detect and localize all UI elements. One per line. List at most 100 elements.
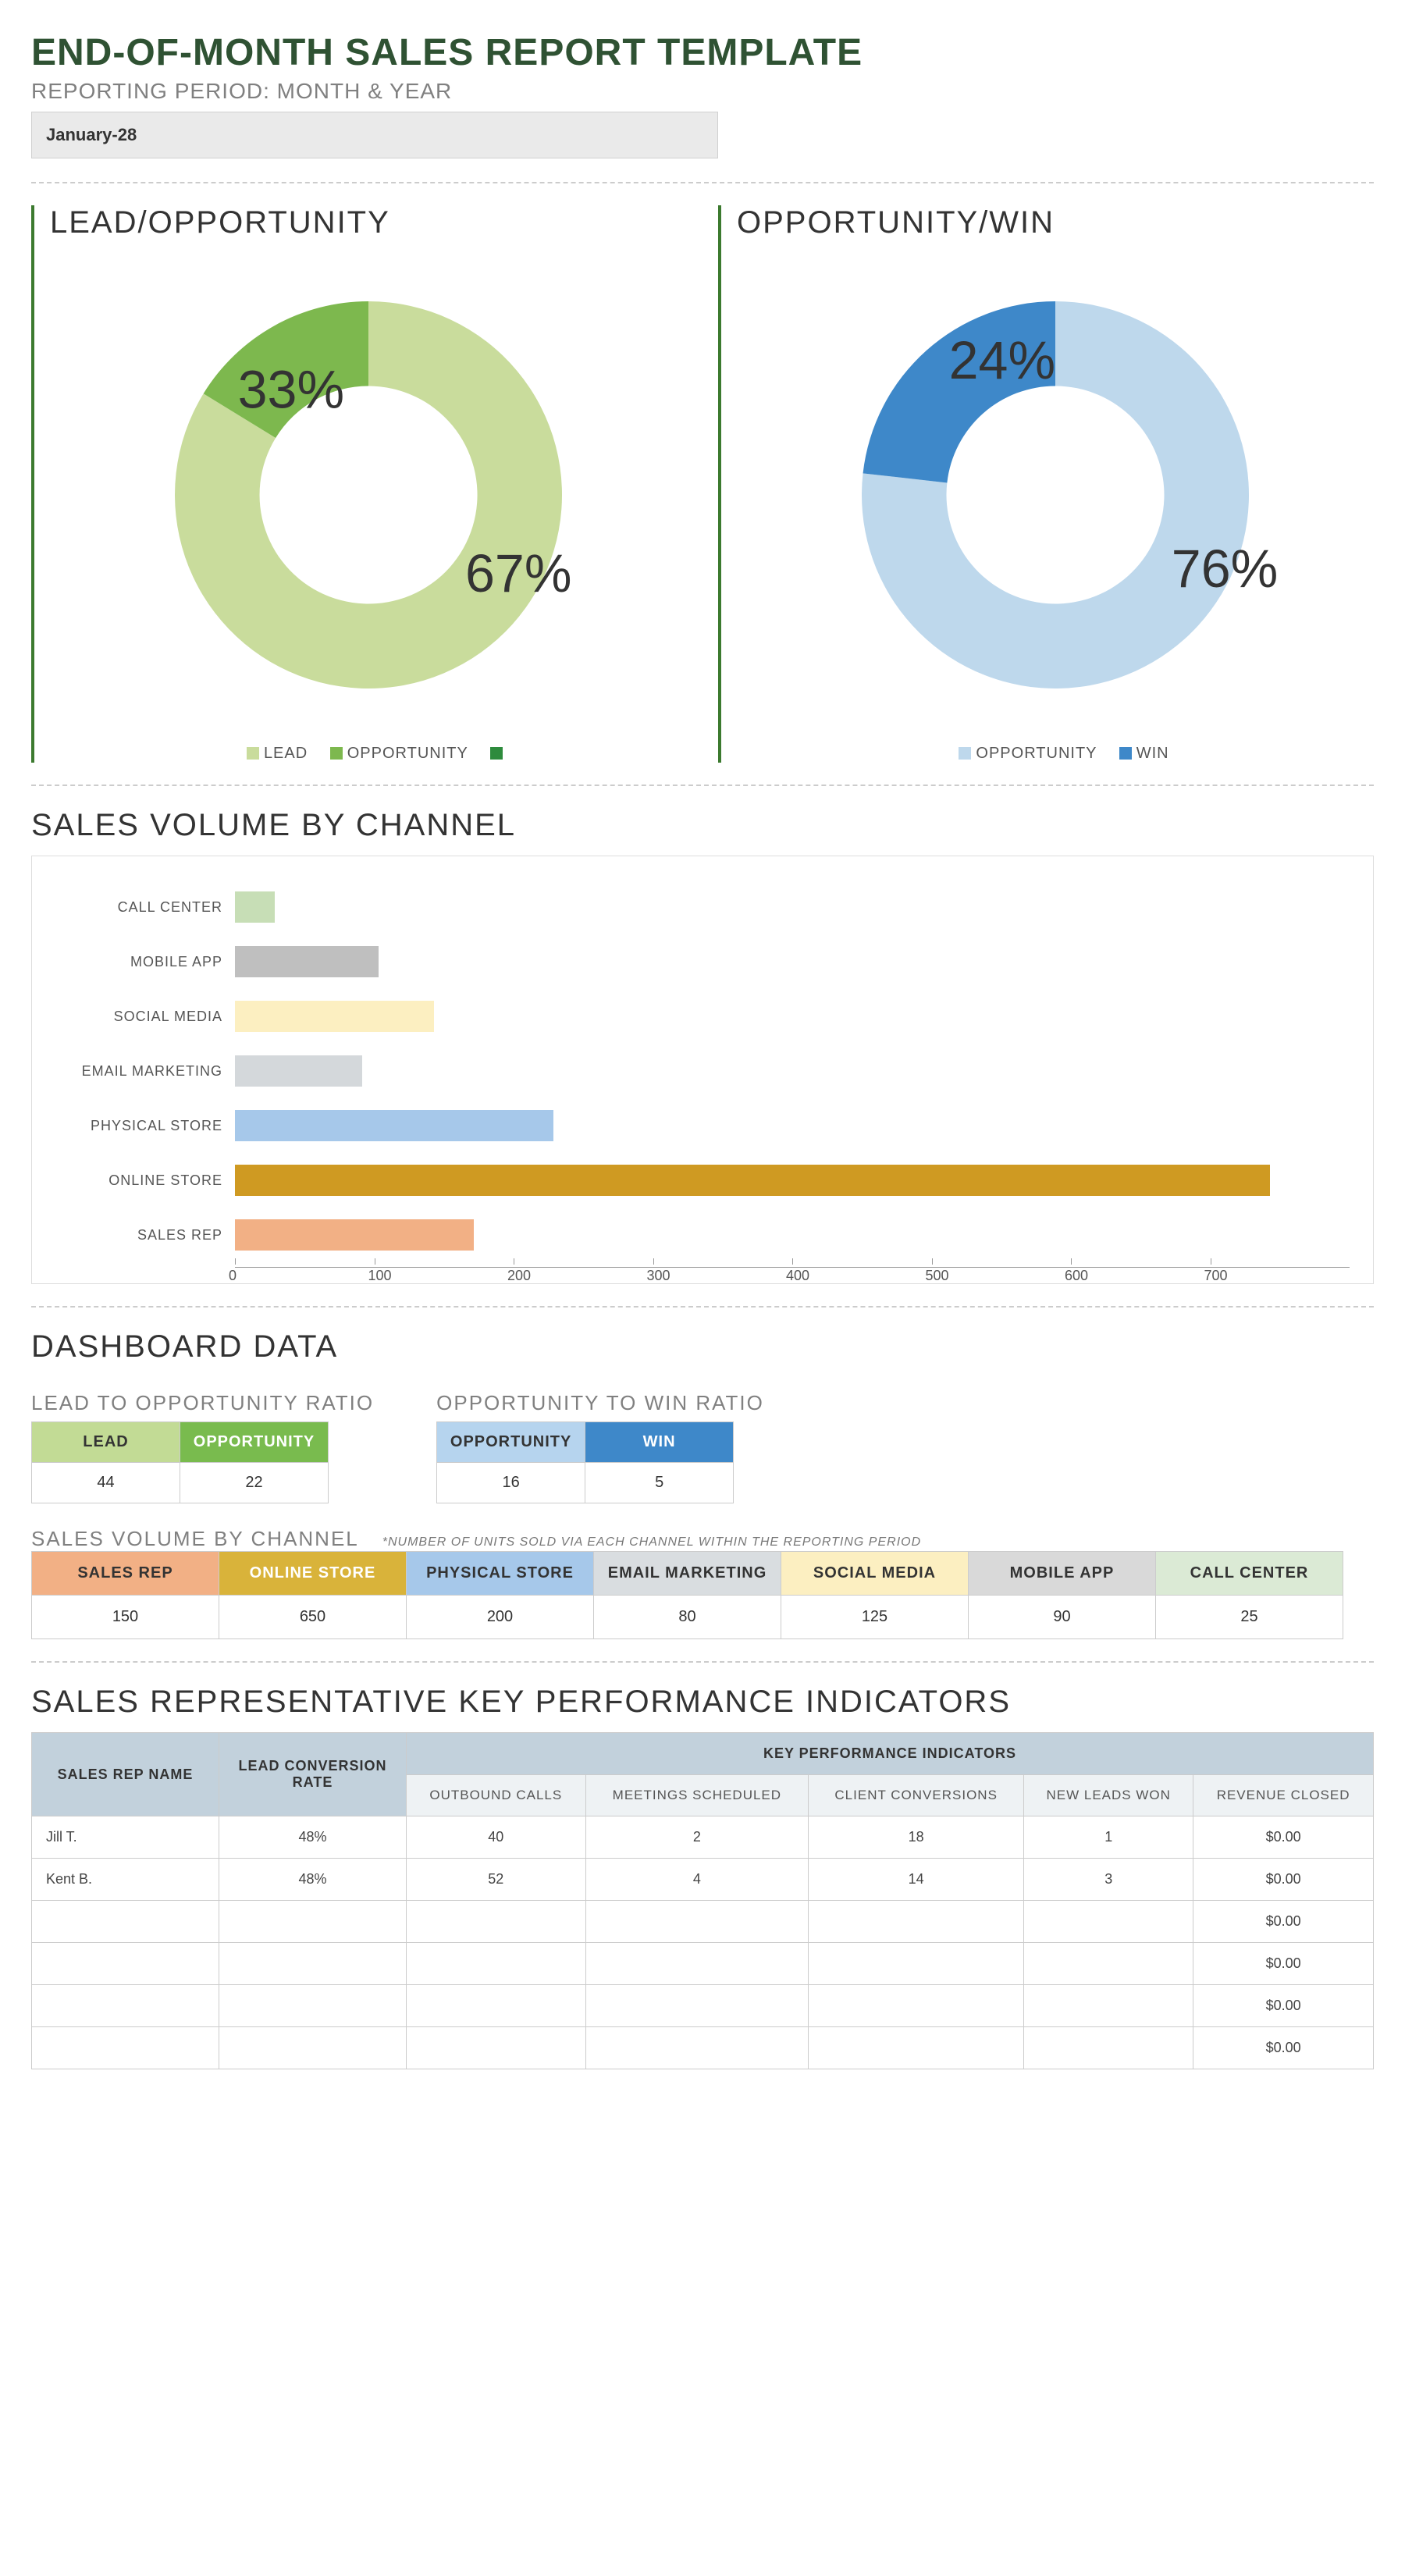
channel-td[interactable]: 125 xyxy=(781,1596,969,1639)
td-opp-val[interactable]: 22 xyxy=(180,1463,329,1503)
channel-th: ONLINE STORE xyxy=(219,1552,407,1596)
channel-td[interactable]: 80 xyxy=(594,1596,781,1639)
kpi-cell[interactable]: $0.00 xyxy=(1193,1985,1374,2027)
kpi-cell[interactable]: 2 xyxy=(585,1816,809,1859)
kpi-cell[interactable]: 40 xyxy=(407,1816,586,1859)
kpi-cell[interactable] xyxy=(32,1985,219,2027)
bar-fill xyxy=(235,1001,434,1032)
kpi-h-group: KEY PERFORMANCE INDICATORS xyxy=(407,1733,1374,1775)
kpi-row: $0.00 xyxy=(32,1985,1374,2027)
kpi-cell[interactable]: 52 xyxy=(407,1859,586,1901)
td-win-val[interactable]: 5 xyxy=(585,1463,734,1503)
kpi-table: SALES REP NAME LEAD CONVERSION RATE KEY … xyxy=(31,1732,1374,2069)
kpi-cell[interactable] xyxy=(32,1943,219,1985)
kpi-cell[interactable] xyxy=(809,1943,1024,1985)
kpi-cell[interactable] xyxy=(809,1901,1024,1943)
x-tick-label: 300 xyxy=(647,1268,670,1284)
bar-label: EMAIL MARKETING xyxy=(55,1063,235,1080)
kpi-cell[interactable] xyxy=(32,1901,219,1943)
kpi-cell[interactable] xyxy=(585,2027,809,2069)
donut-label-opportunity: 33% xyxy=(238,360,344,419)
th-win: WIN xyxy=(585,1422,734,1463)
kpi-cell[interactable] xyxy=(809,2027,1024,2069)
channel-table-note: *NUMBER OF UNITS SOLD VIA EACH CHANNEL W… xyxy=(382,1535,921,1550)
lead-opp-ratio-title: LEAD TO OPPORTUNITY RATIO xyxy=(31,1391,374,1415)
kpi-cell[interactable] xyxy=(407,1901,586,1943)
legend-swatch-opp xyxy=(959,747,971,760)
channel-td[interactable]: 200 xyxy=(407,1596,594,1639)
bar-label: SOCIAL MEDIA xyxy=(55,1009,235,1025)
kpi-cell[interactable]: $0.00 xyxy=(1193,1859,1374,1901)
kpi-cell[interactable] xyxy=(809,1985,1024,2027)
kpi-cell[interactable]: Jill T. xyxy=(32,1816,219,1859)
kpi-cell[interactable] xyxy=(585,1901,809,1943)
kpi-cell[interactable] xyxy=(219,1901,407,1943)
opp-win-ratio-title: OPPORTUNITY TO WIN RATIO xyxy=(436,1391,764,1415)
kpi-cell[interactable]: $0.00 xyxy=(1193,1943,1374,1985)
th-lead: LEAD xyxy=(32,1422,180,1463)
channel-td[interactable]: 25 xyxy=(1156,1596,1343,1639)
td-lead-val[interactable]: 44 xyxy=(32,1463,180,1503)
kpi-cell[interactable]: 48% xyxy=(219,1816,407,1859)
kpi-cell[interactable]: $0.00 xyxy=(1193,1816,1374,1859)
channel-td[interactable]: 650 xyxy=(219,1596,407,1639)
kpi-cell[interactable] xyxy=(219,1943,407,1985)
kpi-cell[interactable] xyxy=(219,1985,407,2027)
kpi-cell[interactable]: 4 xyxy=(585,1859,809,1901)
x-tick-label: 600 xyxy=(1065,1268,1088,1284)
td-opp2-val[interactable]: 16 xyxy=(437,1463,585,1503)
kpi-cell[interactable] xyxy=(32,2027,219,2069)
kpi-cell[interactable]: 14 xyxy=(809,1859,1024,1901)
donut-label-lead: 67% xyxy=(465,544,571,603)
bar-row: SALES REP xyxy=(55,1208,1350,1262)
kpi-cell[interactable]: $0.00 xyxy=(1193,1901,1374,1943)
legend-label-lead: LEAD xyxy=(264,745,308,762)
kpi-h-conv: LEAD CONVERSION RATE xyxy=(219,1733,407,1816)
kpi-cell[interactable] xyxy=(585,1985,809,2027)
bar-label: SALES REP xyxy=(55,1227,235,1244)
kpi-cell[interactable]: 3 xyxy=(1024,1859,1193,1901)
kpi-sub-th: OUTBOUND CALLS xyxy=(407,1775,586,1816)
kpi-row: $0.00 xyxy=(32,1901,1374,1943)
lead-opportunity-title: LEAD/OPPORTUNITY xyxy=(50,205,687,240)
kpi-cell[interactable]: 1 xyxy=(1024,1816,1193,1859)
lead-opp-ratio-table: LEAD OPPORTUNITY 44 22 xyxy=(31,1421,329,1503)
kpi-title: SALES REPRESENTATIVE KEY PERFORMANCE IND… xyxy=(31,1685,1374,1720)
bar-label: CALL CENTER xyxy=(55,899,235,916)
kpi-cell[interactable] xyxy=(407,1943,586,1985)
kpi-cell[interactable]: $0.00 xyxy=(1193,2027,1374,2069)
kpi-cell[interactable]: Kent B. xyxy=(32,1859,219,1901)
legend-label-win: WIN xyxy=(1136,745,1169,762)
reporting-period-field[interactable]: January-28 xyxy=(31,112,718,158)
kpi-cell[interactable] xyxy=(407,1985,586,2027)
kpi-cell[interactable]: 18 xyxy=(809,1816,1024,1859)
bar-fill xyxy=(235,1165,1270,1196)
th-opportunity2: OPPORTUNITY xyxy=(437,1422,585,1463)
legend-label-opportunity: OPPORTUNITY xyxy=(347,745,468,762)
kpi-row: $0.00 xyxy=(32,1943,1374,1985)
opportunity-win-title: OPPORTUNITY/WIN xyxy=(737,205,1374,240)
channel-td[interactable]: 150 xyxy=(32,1596,219,1639)
kpi-cell[interactable] xyxy=(1024,1943,1193,1985)
page-subtitle: REPORTING PERIOD: MONTH & YEAR xyxy=(31,79,1374,104)
bar-row: PHYSICAL STORE xyxy=(55,1098,1350,1153)
x-tick-label: 500 xyxy=(926,1268,949,1284)
page-title: END-OF-MONTH SALES REPORT TEMPLATE xyxy=(31,31,1374,74)
dashboard-data-title: DASHBOARD DATA xyxy=(31,1329,1374,1364)
legend-swatch-opportunity xyxy=(330,747,343,760)
kpi-cell[interactable]: 48% xyxy=(219,1859,407,1901)
kpi-cell[interactable] xyxy=(407,2027,586,2069)
kpi-cell[interactable] xyxy=(585,1943,809,1985)
kpi-cell[interactable] xyxy=(1024,1985,1193,2027)
bar-row: CALL CENTER xyxy=(55,880,1350,934)
opportunity-win-legend: OPPORTUNITY WIN xyxy=(737,745,1374,763)
lead-opportunity-panel: LEAD/OPPORTUNITY 67% 33% LEAD OPPORTUNIT… xyxy=(31,205,687,763)
divider xyxy=(31,785,1374,786)
kpi-cell[interactable] xyxy=(1024,1901,1193,1943)
divider xyxy=(31,182,1374,183)
kpi-sub-th: CLIENT CONVERSIONS xyxy=(809,1775,1024,1816)
channel-td[interactable]: 90 xyxy=(969,1596,1156,1639)
kpi-cell[interactable] xyxy=(1024,2027,1193,2069)
kpi-cell[interactable] xyxy=(219,2027,407,2069)
opp-win-ratio-table: OPPORTUNITY WIN 16 5 xyxy=(436,1421,734,1503)
